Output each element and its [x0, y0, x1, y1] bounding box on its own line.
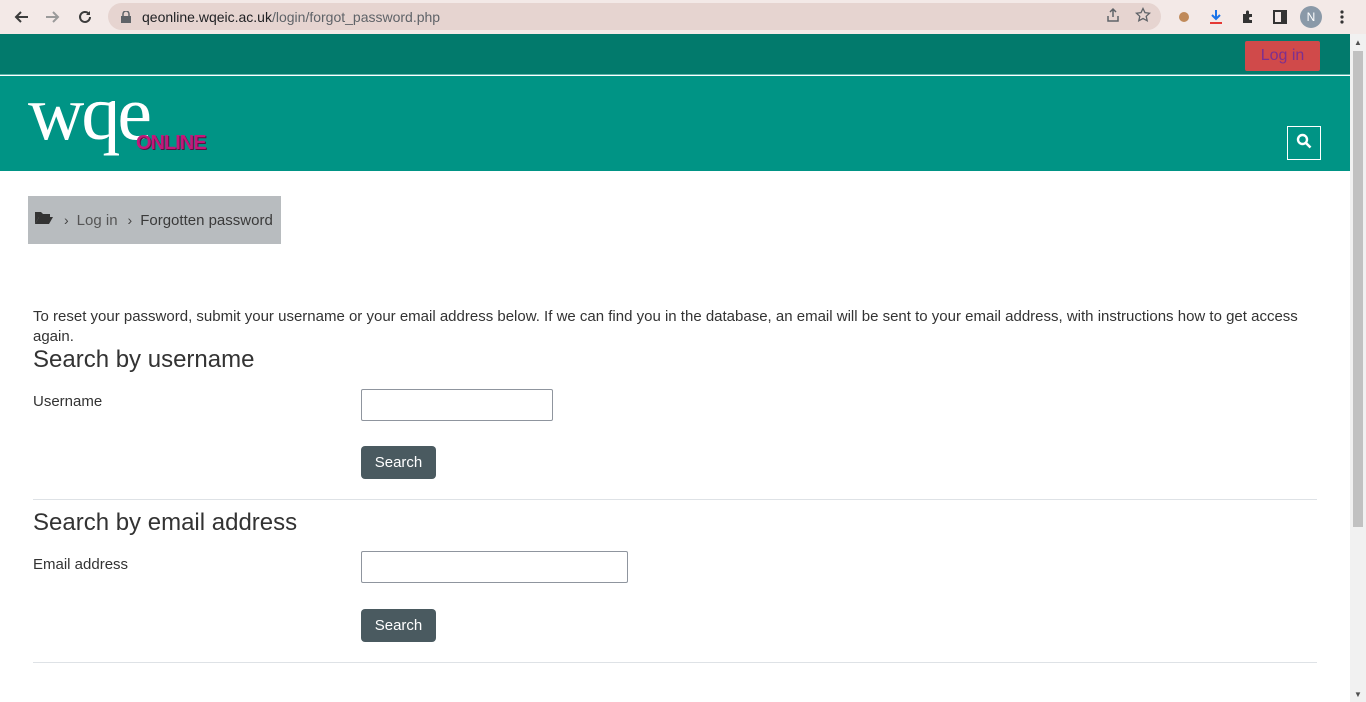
email-section-title: Search by email address — [33, 509, 298, 536]
logo-subtitle: ONLINE — [136, 132, 207, 154]
download-icon[interactable] — [1204, 5, 1228, 29]
breadcrumb-current: Forgotten password — [140, 211, 273, 229]
breadcrumb: › Log in › Forgotten password — [28, 196, 281, 244]
profile-avatar[interactable]: N — [1300, 6, 1322, 28]
section-divider — [33, 662, 1317, 663]
breadcrumb-separator-icon: › — [127, 212, 133, 228]
page-scrollbar[interactable]: ▲ ▼ — [1350, 34, 1366, 702]
site-topbar: Log in — [0, 34, 1350, 75]
star-icon[interactable] — [1134, 6, 1152, 28]
search-email-button[interactable]: Search — [361, 609, 436, 642]
url-text: qeonline.wqeic.ac.uk/login/forgot_passwo… — [142, 9, 440, 25]
browser-toolbar: qeonline.wqeic.ac.uk/login/forgot_passwo… — [0, 0, 1366, 34]
scroll-down-arrow-icon[interactable]: ▼ — [1350, 686, 1366, 702]
url-host: qeonline.wqeic.ac.uk — [142, 8, 272, 25]
reset-instructions: To reset your password, submit your user… — [33, 308, 1298, 345]
username-input[interactable] — [361, 389, 553, 421]
puzzle-extensions-icon[interactable] — [1236, 5, 1260, 29]
extension-cookie-icon[interactable] — [1172, 5, 1196, 29]
kebab-menu-icon[interactable] — [1330, 5, 1354, 29]
login-button[interactable]: Log in — [1245, 41, 1320, 71]
forward-arrow-icon[interactable] — [37, 1, 69, 33]
url-path: /login/forgot_password.php — [271, 8, 441, 25]
username-label: Username — [33, 393, 103, 410]
breadcrumb-separator-icon: › — [64, 212, 69, 228]
search-icon — [1296, 133, 1312, 154]
lock-icon — [120, 10, 132, 24]
search-username-button[interactable]: Search — [361, 446, 436, 479]
scroll-thumb[interactable] — [1353, 51, 1363, 527]
side-panel-icon[interactable] — [1268, 5, 1292, 29]
back-arrow-icon[interactable] — [5, 1, 37, 33]
scroll-up-arrow-icon[interactable]: ▲ — [1350, 34, 1366, 50]
folder-open-icon[interactable] — [34, 210, 54, 230]
username-section-title: Search by username — [33, 346, 255, 373]
address-bar[interactable]: qeonline.wqeic.ac.uk/login/forgot_passwo… — [108, 3, 1161, 30]
email-label: Email address — [33, 556, 129, 573]
email-input[interactable] — [361, 551, 628, 583]
section-divider — [33, 499, 1317, 500]
search-toggle-button[interactable] — [1287, 126, 1321, 160]
breadcrumb-login-link[interactable]: Log in — [77, 212, 118, 229]
reload-icon[interactable] — [69, 1, 101, 33]
logo-wordmark: wqe — [28, 69, 152, 156]
share-icon[interactable] — [1105, 7, 1121, 28]
site-logo[interactable]: wqe ONLINE — [28, 74, 228, 164]
site-header: wqe ONLINE — [0, 74, 1350, 171]
